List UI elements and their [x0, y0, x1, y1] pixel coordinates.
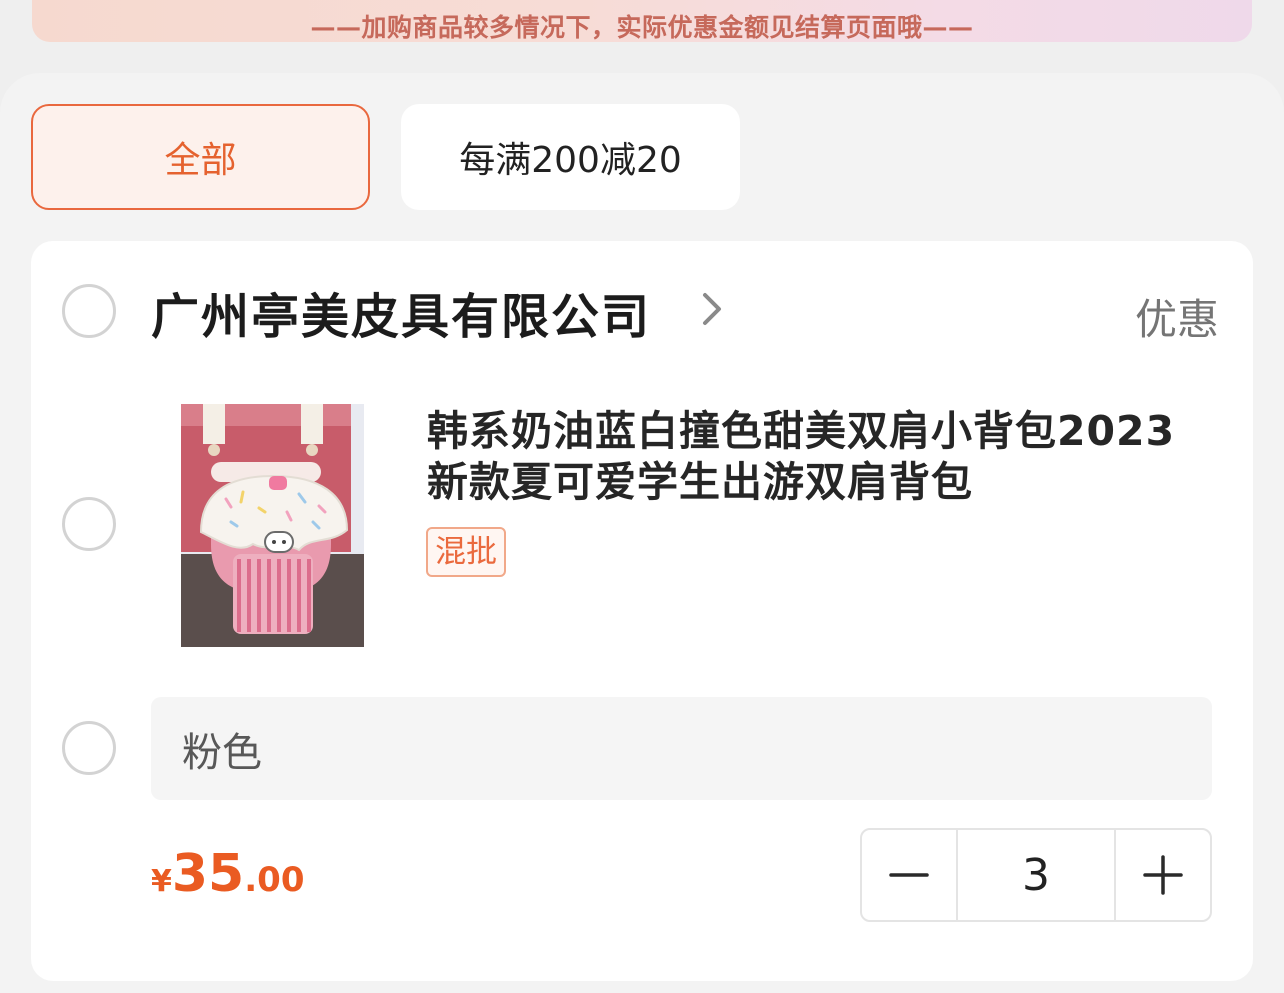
quantity-stepper: 3: [860, 828, 1212, 922]
cart-panel: 全部 每满200减20 广州亭美皮具有限公司 优惠 韩系奶油蓝白撞色甜美双肩小背…: [0, 73, 1284, 993]
mixed-batch-tag: 混批: [426, 527, 506, 577]
product-select-radio[interactable]: [62, 497, 116, 551]
discount-label[interactable]: 优惠: [1135, 286, 1219, 347]
product-title[interactable]: 韩系奶油蓝白撞色甜美双肩小背包2023新款夏可爱学生出游双肩背包: [427, 406, 1187, 508]
promo-banner: ——加购商品较多情况下，实际优惠金额见结算页面哦——: [32, 0, 1252, 42]
decrease-button[interactable]: [862, 830, 956, 920]
plus-icon: [1143, 855, 1183, 895]
price-integer: 35: [171, 844, 245, 904]
minus-icon: [889, 873, 929, 877]
shop-select-radio[interactable]: [62, 284, 116, 338]
product-image[interactable]: [181, 404, 364, 647]
banner-notice: ——加购商品较多情况下，实际优惠金额见结算页面哦——: [310, 13, 974, 42]
sku-selector[interactable]: 粉色: [151, 697, 1212, 800]
quantity-input[interactable]: 3: [956, 830, 1116, 920]
chevron-right-icon[interactable]: [691, 287, 735, 331]
increase-button[interactable]: [1116, 830, 1210, 920]
sku-select-radio[interactable]: [62, 721, 116, 775]
tab-all[interactable]: 全部: [31, 104, 370, 210]
price-currency: ¥: [151, 864, 172, 899]
price-decimal: .00: [244, 860, 305, 900]
product-price: ¥35.00: [151, 844, 304, 904]
shop-card: 广州亭美皮具有限公司 优惠 韩系奶油蓝白撞色甜美双肩小背包2023新款夏可爱学生…: [31, 241, 1253, 981]
tab-promo[interactable]: 每满200减20: [401, 104, 740, 210]
shop-name[interactable]: 广州亭美皮具有限公司: [151, 277, 651, 347]
